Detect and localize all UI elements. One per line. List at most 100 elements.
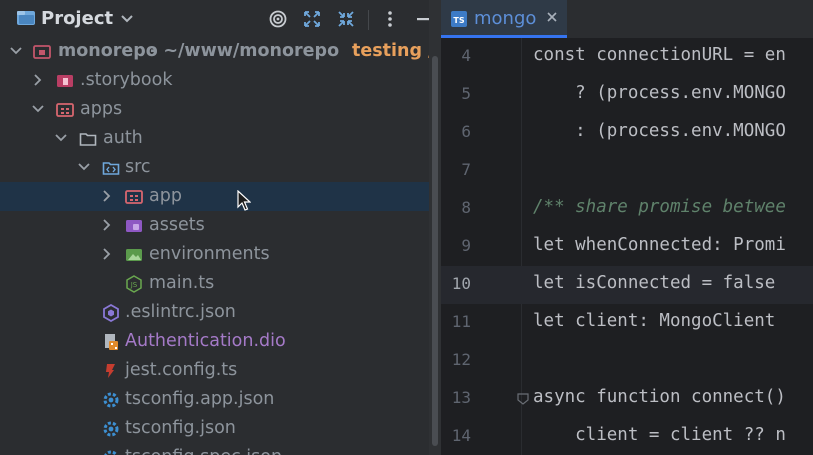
line-code[interactable]: const connectionURL = en <box>533 45 786 65</box>
tree-item-storybook[interactable]: .storybook <box>0 66 440 95</box>
line-number[interactable]: 11 <box>441 312 471 331</box>
root-path: - ~/www/monorepo <box>150 41 340 61</box>
tree-item-app[interactable]: app <box>0 182 440 211</box>
chevron-right-icon[interactable] <box>101 219 113 231</box>
tree-item-label: apps <box>80 99 123 119</box>
chevron-down-icon[interactable] <box>32 103 44 115</box>
tree-item-apps[interactable]: apps <box>0 95 440 124</box>
code-editor: TS mongo 4 const connectionURL = en 5 ? (p… <box>441 0 813 455</box>
project-tool-window: Project monorepo - ~/www/monorepo testin… <box>0 0 440 455</box>
line-code[interactable]: : (process.env.MONGO <box>533 121 786 141</box>
tree-item-tsconfig-spec[interactable]: tsconfig.spec.json <box>0 443 440 455</box>
tree-item-label: Authentication.dio <box>125 331 286 351</box>
storybook-folder-icon <box>57 75 73 87</box>
header-separator <box>368 10 369 30</box>
line-number[interactable]: 4 <box>441 46 471 65</box>
tree-item-label: .eslintrc.json <box>125 302 236 322</box>
line-code[interactable]: ? (process.env.MONGO <box>533 83 786 103</box>
apps-folder-icon <box>56 103 74 117</box>
chevron-down-icon[interactable] <box>78 161 90 173</box>
tree-item-label: environments <box>149 244 270 264</box>
line-code[interactable]: /** share promise betwee <box>533 197 786 217</box>
app-folder-icon <box>125 190 143 204</box>
close-icon[interactable] <box>545 10 559 24</box>
code-line[interactable]: 11 let client: MongoClient <box>441 304 813 342</box>
project-panel-title[interactable]: Project <box>41 8 113 29</box>
line-number[interactable]: 5 <box>441 84 471 103</box>
tree-item-authentication-dio[interactable]: Authentication.dio <box>0 327 440 356</box>
chevron-right-icon[interactable] <box>101 190 113 202</box>
code-line[interactable]: 4 const connectionURL = en <box>441 38 813 76</box>
target-icon[interactable] <box>268 9 288 29</box>
tree-item-eslintrc[interactable]: .eslintrc.json <box>0 298 440 327</box>
code-line[interactable]: 10 let isConnected = false <box>441 266 813 304</box>
chevron-right-icon[interactable] <box>101 248 113 260</box>
tree-item-tsconfig[interactable]: tsconfig.json <box>0 414 440 443</box>
tsconfig-icon <box>104 450 118 455</box>
editor-tab-mongo[interactable]: TS mongo <box>441 0 567 38</box>
chevron-down-icon[interactable] <box>120 12 134 26</box>
tree-item-assets[interactable]: assets <box>0 211 440 240</box>
tree-item-environments[interactable]: environments <box>0 240 440 269</box>
line-number[interactable]: 9 <box>441 236 471 255</box>
expand-all-icon[interactable] <box>302 9 322 29</box>
assets-folder-icon <box>126 220 142 232</box>
line-number[interactable]: 12 <box>441 350 471 369</box>
code-line[interactable]: 5 ? (process.env.MONGO <box>441 76 813 114</box>
editor-tab-bar: TS mongo <box>441 0 813 38</box>
collapse-all-icon[interactable] <box>336 9 356 29</box>
line-number[interactable]: 10 <box>441 274 471 293</box>
line-number[interactable]: 6 <box>441 122 471 141</box>
line-number[interactable]: 13 <box>441 388 471 407</box>
tree-item-label: src <box>125 157 151 177</box>
tree-item-label: auth <box>103 128 143 148</box>
source-folder-icon <box>102 162 120 175</box>
folder-icon <box>17 11 35 25</box>
code-line[interactable]: 7 <box>441 152 813 190</box>
drawio-file-icon <box>105 334 118 350</box>
code-line[interactable]: 13 async function connect() <box>441 380 813 418</box>
line-code[interactable]: let isConnected = false <box>533 273 775 293</box>
svg-text:JS: JS <box>130 281 138 289</box>
code-line[interactable]: 6 : (process.env.MONGO <box>441 114 813 152</box>
tree-item-label: .storybook <box>80 70 173 90</box>
tsconfig-icon <box>103 421 119 437</box>
tree-root-monorepo[interactable]: monorepo - ~/www/monorepo testing / 1 <box>0 37 440 66</box>
tsconfig-icon <box>103 392 119 408</box>
tree-item-label: main.ts <box>149 273 215 293</box>
code-line[interactable]: 9 let whenConnected: Promi <box>441 228 813 266</box>
kebab-menu-icon[interactable] <box>380 9 400 29</box>
line-code[interactable]: let client: MongoClient <box>533 311 775 331</box>
tree-item-tsconfig-app[interactable]: tsconfig.app.json <box>0 385 440 414</box>
module-folder-icon <box>33 45 51 59</box>
line-code[interactable]: client = client ?? n <box>533 425 786 445</box>
chevron-down-icon[interactable] <box>55 132 67 144</box>
tree-item-label: jest.config.ts <box>125 360 238 380</box>
tree-item-label: tsconfig.json <box>125 418 236 438</box>
tree-item-jest-config[interactable]: jest.config.ts <box>0 356 440 385</box>
eslint-icon <box>103 304 119 322</box>
code-line[interactable]: 12 <box>441 342 813 380</box>
tree-item-label: app <box>149 186 182 206</box>
line-number[interactable]: 7 <box>441 160 471 179</box>
project-scrollbar[interactable] <box>432 56 438 446</box>
code-line[interactable]: 8 /** share promise betwee <box>441 190 813 228</box>
tree-item-auth[interactable]: auth <box>0 124 440 153</box>
line-code[interactable]: let whenConnected: Promi <box>533 235 786 255</box>
svg-text:TS: TS <box>453 16 464 25</box>
line-code[interactable]: async function connect() <box>533 387 786 407</box>
tree-item-label: tsconfig.spec.json <box>125 447 282 455</box>
line-number[interactable]: 8 <box>441 198 471 217</box>
tree-item-main-ts[interactable]: JS main.ts <box>0 269 440 298</box>
nodejs-file-icon: JS <box>126 275 142 293</box>
fold-marker-icon[interactable] <box>516 392 530 406</box>
chevron-right-icon[interactable] <box>32 74 44 86</box>
mouse-pointer-icon <box>237 190 251 211</box>
root-name: monorepo <box>58 41 158 61</box>
tree-item-src[interactable]: src <box>0 153 440 182</box>
chevron-down-icon[interactable] <box>10 45 22 57</box>
code-line[interactable]: 14 client = client ?? n <box>441 418 813 455</box>
line-number[interactable]: 14 <box>441 426 471 445</box>
environments-folder-icon <box>126 249 142 261</box>
git-branch-label: testing / 1 <box>352 41 440 61</box>
